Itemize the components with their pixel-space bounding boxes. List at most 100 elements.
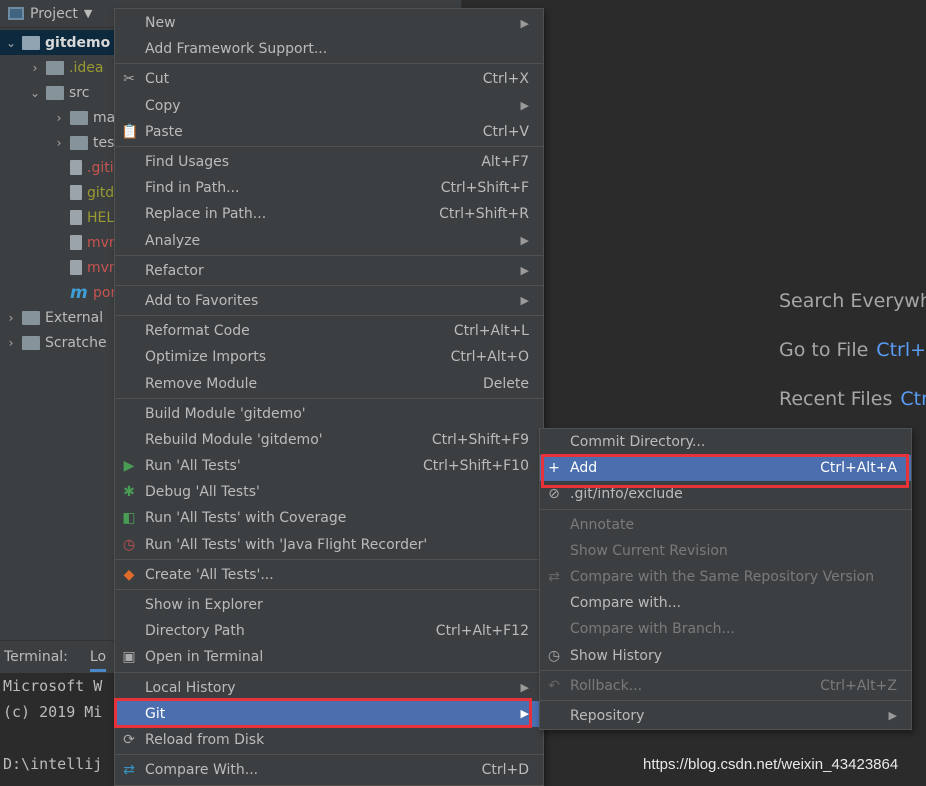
menu-item-annotate: Annotate <box>540 512 911 538</box>
menu-item-reload-from-disk[interactable]: ⟳ Reload from Disk <box>115 727 543 753</box>
terminal-tab-local[interactable]: Lo <box>89 643 107 672</box>
coverage-icon: ◧ <box>122 510 136 527</box>
menu-item-label: Run 'All Tests' with 'Java Flight Record… <box>145 536 428 553</box>
menu-item-new[interactable]: New ▶ <box>115 10 543 36</box>
menu-item-label: Show Current Revision <box>570 542 728 559</box>
menu-item-show-history[interactable]: ◷ Show History <box>540 643 911 669</box>
menu-item-find-in-path[interactable]: Find in Path... Ctrl+Shift+F <box>115 175 543 201</box>
menu-item-label: Compare with... <box>570 595 682 612</box>
menu-item-show-in-explorer[interactable]: Show in Explorer <box>115 592 543 618</box>
expand-chevron-icon[interactable]: › <box>52 136 66 150</box>
menu-item-label: Reload from Disk <box>145 731 265 748</box>
menu-item-label: Show History <box>570 647 663 664</box>
menu-item-git-info-exclude[interactable]: ⊘ .git/info/exclude <box>540 481 911 507</box>
chevron-down-icon[interactable]: ▼ <box>84 7 92 20</box>
text-file-icon <box>70 260 82 275</box>
create-config-icon: ◆ <box>123 566 135 583</box>
terminal-label: Terminal: <box>4 649 68 665</box>
hint-shortcut: Ctrl+ <box>876 339 926 361</box>
menu-item-analyze[interactable]: Analyze ▶ <box>115 228 543 254</box>
menu-item-add-to-favorites[interactable]: Add to Favorites ▶ <box>115 288 543 314</box>
menu-item-compare-with-branch: Compare with Branch... <box>540 616 911 642</box>
submenu-arrow-icon: ▶ <box>520 16 529 30</box>
menu-item-repository[interactable]: Repository ▶ <box>540 703 911 729</box>
menu-item-label: Refactor <box>145 262 204 279</box>
shortcut-label: Ctrl+Alt+F12 <box>435 623 529 640</box>
menu-item-label: Create 'All Tests'... <box>145 566 274 583</box>
menu-item-optimize-imports[interactable]: Optimize Imports Ctrl+Alt+O <box>115 344 543 370</box>
menu-item-add[interactable]: + Add Ctrl+Alt+A <box>540 455 911 482</box>
shell-file-icon <box>70 235 82 250</box>
file-icon <box>70 160 82 175</box>
menu-item-label: Cut <box>145 71 170 88</box>
menu-item-debug-all-tests[interactable]: ✱ Debug 'All Tests' <box>115 479 543 505</box>
menu-item-create-all-tests[interactable]: ◆ Create 'All Tests'... <box>115 562 543 588</box>
expand-chevron-icon[interactable]: ⌄ <box>28 86 42 100</box>
menu-item-label: Annotate <box>570 516 635 533</box>
menu-item-label: Directory Path <box>145 623 245 640</box>
menu-item-add-framework-support[interactable]: Add Framework Support... <box>115 36 543 62</box>
menu-item-find-usages[interactable]: Find Usages Alt+F7 <box>115 149 543 175</box>
shortcut-label: Ctrl+X <box>482 71 529 88</box>
reload-icon: ⟳ <box>123 731 135 748</box>
menu-item-compare-with[interactable]: ⇄ Compare With... Ctrl+D <box>115 757 543 783</box>
menu-item-label: Replace in Path... <box>145 206 267 223</box>
menu-item-reformat-code[interactable]: Reformat Code Ctrl+Alt+L <box>115 318 543 344</box>
menu-item-label: Rollback... <box>570 677 643 694</box>
menu-item-cut[interactable]: ✂ Cut Ctrl+X <box>115 66 543 92</box>
plus-icon: + <box>548 460 560 477</box>
menu-item-rollback: ↶ Rollback... Ctrl+Alt+Z <box>540 673 911 699</box>
git-submenu: Commit Directory... + Add Ctrl+Alt+A ⊘ .git/i… <box>539 428 912 731</box>
menu-item-label: Add Framework Support... <box>145 41 328 58</box>
editor-hint: Recent Files Ctr <box>779 388 926 410</box>
menu-item-label: Build Module 'gitdemo' <box>145 405 306 422</box>
expand-chevron-icon[interactable]: › <box>4 311 18 325</box>
menu-item-show-current-revision: Show Current Revision <box>540 538 911 564</box>
menu-item-build-module-gitdemo[interactable]: Build Module 'gitdemo' <box>115 401 543 427</box>
menu-item-run-all-tests-with-coverage[interactable]: ◧ Run 'All Tests' with Coverage <box>115 505 543 531</box>
menu-item-commit-directory[interactable]: Commit Directory... <box>540 429 911 455</box>
watermark: https://blog.csdn.net/weixin_43423864 <box>643 756 899 773</box>
menu-item-refactor[interactable]: Refactor ▶ <box>115 258 543 284</box>
menu-item-run-all-tests[interactable]: ▶ Run 'All Tests' Ctrl+Shift+F10 <box>115 453 543 479</box>
menu-item-replace-in-path[interactable]: Replace in Path... Ctrl+Shift+R <box>115 201 543 227</box>
menu-item-rebuild-module-gitdemo[interactable]: Rebuild Module 'gitdemo' Ctrl+Shift+F9 <box>115 427 543 453</box>
menu-item-git[interactable]: Git ▶ <box>115 700 543 727</box>
menu-item-open-in-terminal[interactable]: ▣ Open in Terminal <box>115 644 543 670</box>
menu-item-run-all-tests-with-java-flight-recorder[interactable]: ◷ Run 'All Tests' with 'Java Flight Recor… <box>115 532 543 558</box>
markdown-file-icon <box>70 210 82 225</box>
libraries-icon <box>22 310 40 325</box>
module-folder-icon <box>22 35 40 50</box>
menu-item-local-history[interactable]: Local History ▶ <box>115 675 543 701</box>
expand-chevron-icon[interactable]: ⌄ <box>4 36 18 50</box>
menu-item-paste[interactable]: 📋 Paste Ctrl+V <box>115 119 543 145</box>
flight-recorder-icon: ◷ <box>122 536 136 553</box>
shortcut-label: Ctrl+Alt+Z <box>820 677 897 694</box>
menu-item-label: Compare with the Same Repository Version <box>570 569 875 586</box>
project-title[interactable]: Project <box>30 6 78 22</box>
editor-hint: Search Everywh <box>779 290 926 312</box>
menu-item-directory-path[interactable]: Directory Path Ctrl+Alt+F12 <box>115 618 543 644</box>
submenu-arrow-icon: ▶ <box>888 709 897 723</box>
menu-item-copy[interactable]: Copy ▶ <box>115 93 543 119</box>
shortcut-label: Alt+F7 <box>481 154 529 171</box>
context-menu: New ▶ Add Framework Support... ✂ Cut Ctrl+X Co… <box>114 8 544 786</box>
menu-item-compare-with[interactable]: Compare with... <box>540 590 911 616</box>
menu-item-label: Reformat Code <box>145 323 250 340</box>
expand-chevron-icon[interactable]: › <box>52 111 66 125</box>
tree-item-label: ma <box>93 109 116 126</box>
terminal-icon: ▣ <box>122 649 136 666</box>
menu-item-remove-module[interactable]: Remove Module Delete <box>115 370 543 396</box>
hint-shortcut: Ctr <box>900 388 926 410</box>
menu-item-label: Add to Favorites <box>145 292 259 309</box>
menu-item-label: Show in Explorer <box>145 597 263 614</box>
expand-chevron-icon[interactable]: › <box>4 336 18 350</box>
tree-item-label: gitdemo <box>45 34 111 51</box>
maven-file-icon: m <box>70 282 88 303</box>
compare-icon: ⇄ <box>548 568 560 585</box>
expand-chevron-icon[interactable]: › <box>28 61 42 75</box>
shortcut-label: Ctrl+V <box>482 123 529 140</box>
tree-item-label: tes <box>93 134 115 151</box>
hint-label: Search Everywh <box>779 290 926 312</box>
menu-item-label: Compare With... <box>145 762 259 779</box>
